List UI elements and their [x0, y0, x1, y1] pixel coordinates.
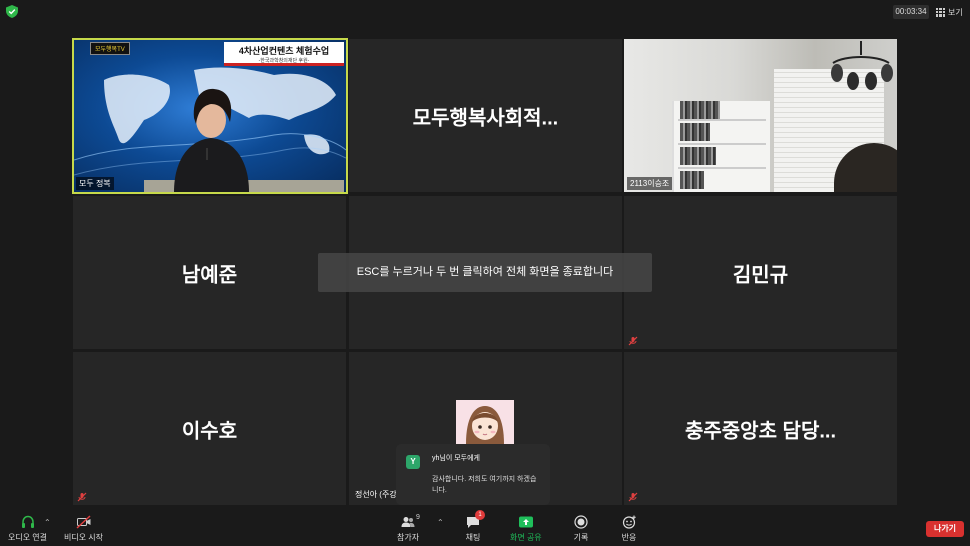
video-tile-host[interactable]: 모두행복TV 4차산업컨텐츠 체험수업 -한국과학창의재단 후원- 모두 정복	[72, 38, 348, 194]
participant-avatar	[456, 400, 514, 444]
participant-label: 2113이승조	[627, 177, 673, 190]
chat-unread-badge: 1	[475, 510, 485, 520]
video-tile-9[interactable]: 충주중앙초 담당...	[624, 352, 897, 505]
chat-label: 채팅	[465, 533, 481, 542]
participants-button[interactable]: 9 참가자	[397, 514, 420, 543]
view-button[interactable]: 보기	[936, 5, 963, 19]
participant-name: 이수호	[181, 420, 238, 442]
leave-meeting-button[interactable]: 나가기	[926, 521, 964, 537]
participants-icon	[401, 517, 415, 527]
grid-view-icon	[936, 7, 945, 17]
video-tile-3[interactable]: 2113이승조	[624, 39, 897, 192]
participant-name: 모두행복사회적...	[412, 107, 559, 129]
reaction-emoji-icon	[622, 515, 636, 529]
participant-label: 정선아 (주강	[355, 490, 397, 499]
exit-fullscreen-toast: ESC를 누르거나 두 번 클릭하여 전체 화면을 종료합니다	[318, 253, 652, 292]
video-tile-4[interactable]: 남예준	[73, 196, 346, 349]
video-tile-2[interactable]: 모두행복사회적...	[349, 39, 622, 192]
muted-mic-icon	[77, 492, 87, 502]
participant-video-feed	[624, 39, 897, 192]
view-label: 보기	[948, 7, 963, 17]
start-video-label: 비디오 시작	[64, 533, 104, 542]
share-screen-label: 화면 공유	[510, 533, 542, 542]
video-tile-6[interactable]: 김민규	[624, 196, 897, 349]
participants-options-caret[interactable]: ⌃	[437, 518, 444, 527]
share-screen-icon	[518, 516, 533, 528]
meeting-toolbar: 오디오 연결 ⌃ 비디오 시작 9 참가자 ⌃ 1 채팅 화면 공유 기록 반응…	[0, 508, 970, 546]
headline-subtitle: -한국과학창의재단 후원-	[258, 58, 310, 64]
reactions-button[interactable]: 반응	[621, 514, 637, 543]
chat-message: 감사합니다. 저희도 여기까지 하겠습니다.	[432, 476, 537, 494]
join-audio-button[interactable]: 오디오 연결	[8, 514, 47, 543]
participant-name: 남예준	[181, 264, 238, 286]
chat-button[interactable]: 1 채팅	[465, 510, 485, 543]
participant-label: 모두 정복	[76, 177, 114, 190]
headphones-icon	[21, 515, 34, 528]
host-video-feed: 모두행복TV 4차산업컨텐츠 체험수업 -한국과학창의재단 후원-	[74, 40, 346, 192]
share-screen-button[interactable]: 화면 공유	[510, 514, 542, 543]
record-label: 기록	[573, 533, 589, 542]
participant-name: 김민규	[732, 264, 789, 286]
record-icon	[574, 515, 588, 529]
headline-banner: 4차산업컨텐츠 체험수업 -한국과학창의재단 후원-	[224, 42, 344, 66]
channel-logo: 모두행복TV	[90, 42, 130, 55]
chat-sender: yh님이 모두에게	[432, 455, 480, 462]
muted-mic-icon	[628, 336, 638, 346]
chat-notification-popup[interactable]: Y yh님이 모두에게 감사합니다. 저희도 여기까지 하겠습니다.	[396, 444, 550, 505]
audio-options-caret[interactable]: ⌃	[44, 518, 51, 527]
participants-label: 참가자	[397, 533, 420, 542]
participant-name: 충주중앙초 담당...	[684, 420, 837, 442]
video-off-icon	[76, 515, 91, 529]
security-shield-icon[interactable]	[6, 5, 18, 18]
chandelier	[831, 41, 893, 90]
record-button[interactable]: 기록	[573, 514, 589, 543]
sender-avatar: Y	[406, 455, 420, 469]
video-tile-7[interactable]: 이수호	[73, 352, 346, 505]
headline-title: 4차산업컨텐츠 체험수업	[238, 46, 330, 56]
muted-mic-icon	[628, 492, 638, 502]
bookshelf	[672, 101, 770, 192]
meeting-timer: 00:03:34	[893, 5, 929, 19]
reactions-label: 반응	[621, 533, 637, 542]
join-audio-label: 오디오 연결	[8, 533, 48, 542]
start-video-button[interactable]: 비디오 시작	[64, 514, 103, 543]
participants-count: 9	[416, 514, 420, 521]
